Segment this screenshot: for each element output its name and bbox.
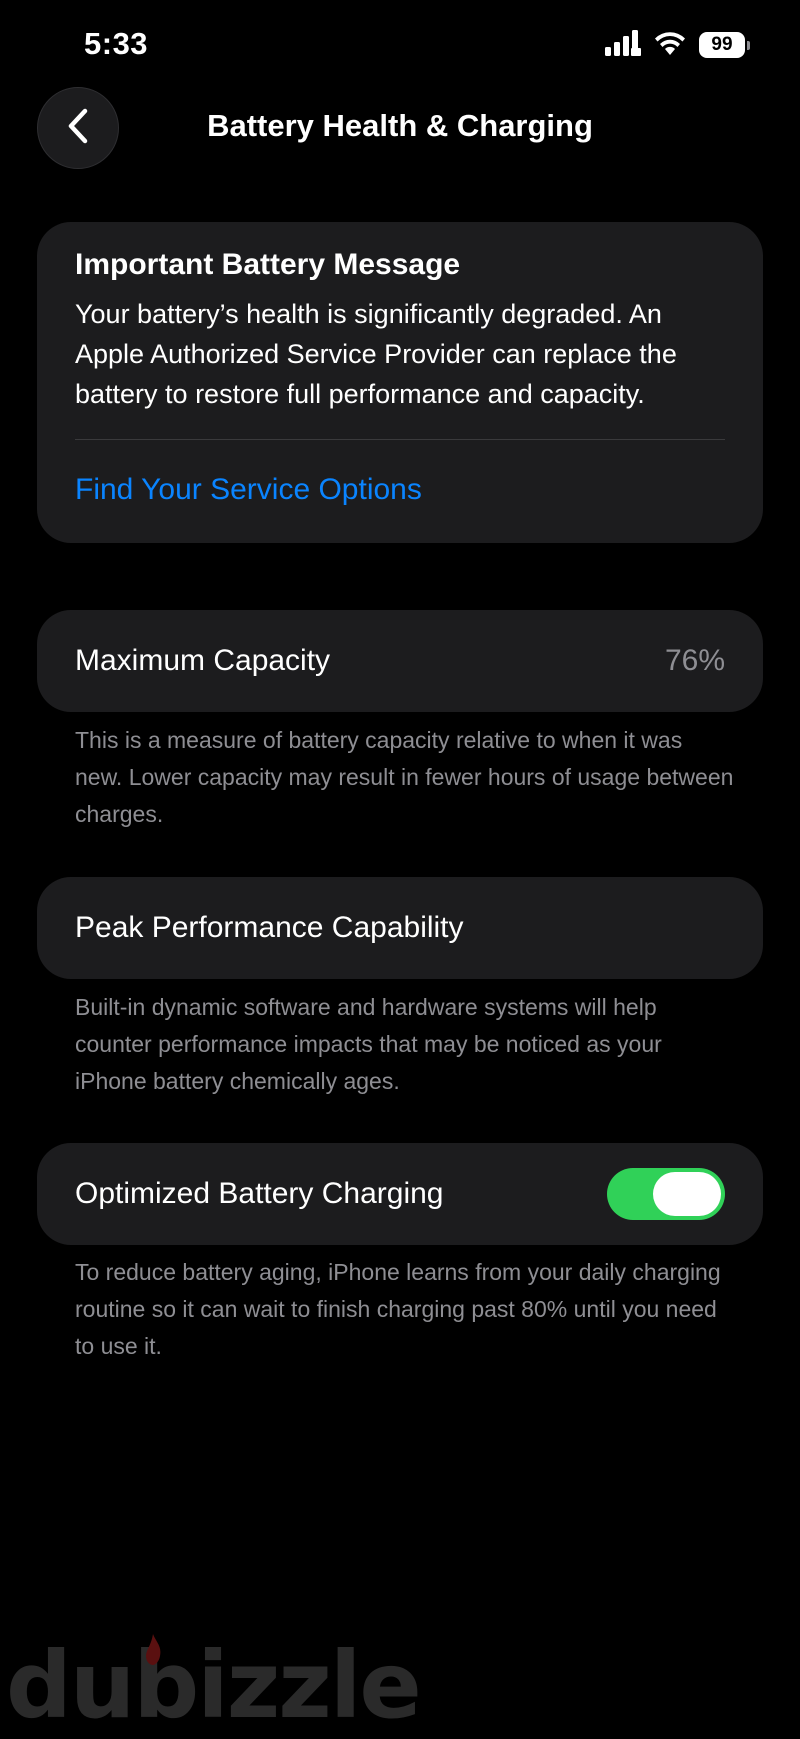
- status-time: 5:33: [84, 26, 149, 61]
- optimized-charging-row: Optimized Battery Charging: [37, 1143, 763, 1245]
- find-service-options-link[interactable]: Find Your Service Options: [75, 473, 422, 507]
- battery-level: 99: [699, 32, 745, 58]
- maximum-capacity-value: 76%: [664, 644, 725, 677]
- watermark-text: dubizzle: [6, 1632, 422, 1739]
- maximum-capacity-footnote: This is a measure of battery capacity re…: [75, 727, 734, 827]
- peak-performance-footnote: Built-in dynamic software and hardware s…: [75, 994, 662, 1094]
- page-title: Battery Health & Charging: [207, 108, 593, 143]
- battery-nub: [747, 40, 750, 50]
- message-title: Important Battery Message: [75, 248, 461, 281]
- peak-performance-row: Peak Performance Capability: [37, 877, 763, 979]
- optimized-charging-toggle[interactable]: [607, 1168, 725, 1220]
- battery-icon: 99: [699, 32, 750, 58]
- flame-icon: [142, 1632, 164, 1672]
- status-icons: 99: [605, 29, 750, 61]
- dubizzle-watermark: dubizzle: [6, 1632, 422, 1739]
- optimized-charging-label: Optimized Battery Charging: [75, 1177, 444, 1210]
- maximum-capacity-row: Maximum Capacity 76%: [37, 610, 763, 712]
- wifi-icon: [653, 30, 687, 61]
- peak-performance-label: Peak Performance Capability: [75, 911, 464, 944]
- optimized-charging-footnote: To reduce battery aging, iPhone learns f…: [75, 1259, 721, 1359]
- status-bar: 5:33 99: [0, 0, 800, 90]
- message-divider: [75, 439, 725, 440]
- cellular-signal-icon: [605, 29, 641, 61]
- maximum-capacity-label: Maximum Capacity: [75, 644, 331, 677]
- message-body: Your battery’s health is significantly d…: [75, 299, 677, 409]
- toggle-knob: [653, 1172, 721, 1216]
